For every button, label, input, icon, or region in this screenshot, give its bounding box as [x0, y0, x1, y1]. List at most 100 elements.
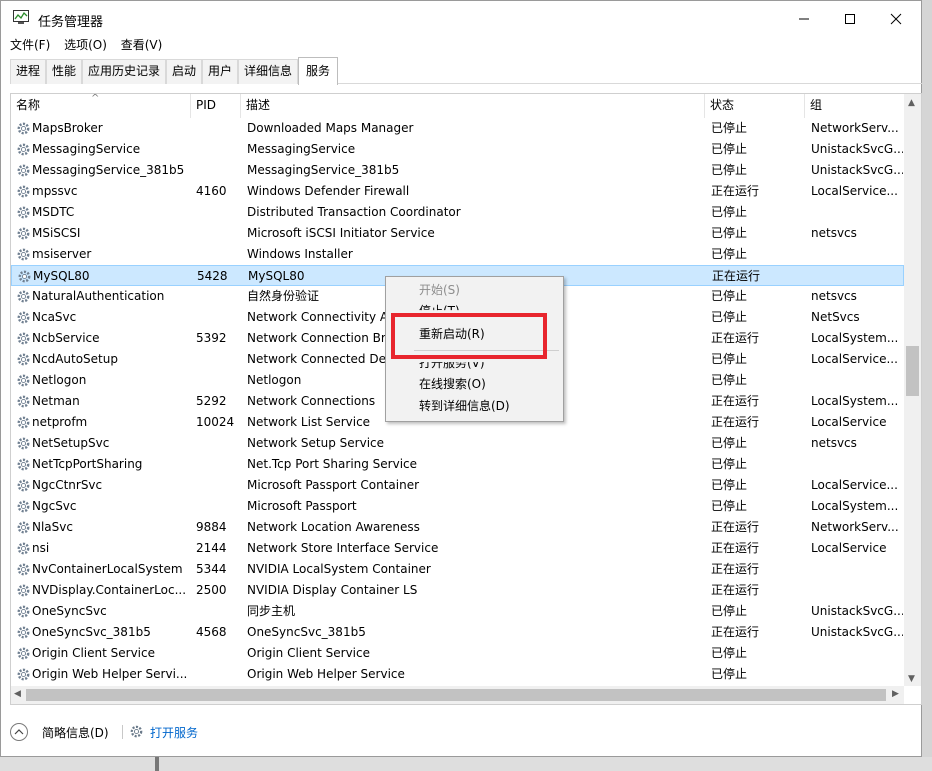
service-status: 正在运行: [711, 625, 760, 639]
service-description: Origin Web Helper Service: [247, 667, 405, 681]
service-name: MSDTC: [32, 205, 75, 219]
service-gear-icon: [17, 437, 30, 450]
table-row[interactable]: Origin Client Service Origin Client Servi…: [11, 643, 904, 664]
footer-divider: [122, 725, 123, 739]
table-row[interactable]: MessagingService_381b5 MessagingService_3…: [11, 160, 904, 181]
service-gear-icon: [17, 290, 30, 303]
table-row[interactable]: MSiSCSI Microsoft iSCSI Initiator Service…: [11, 223, 904, 244]
service-group: [811, 244, 903, 265]
table-row[interactable]: MSDTC Distributed Transaction Coordinator…: [11, 202, 904, 223]
service-group: LocalService: [811, 415, 887, 429]
close-button[interactable]: [873, 1, 919, 35]
minimize-icon: [799, 18, 809, 20]
service-description: MessagingService: [247, 142, 356, 156]
service-name: NvContainerLocalSystem: [32, 562, 183, 576]
service-group: LocalSystem...: [811, 331, 899, 345]
tab-details[interactable]: 详细信息: [238, 59, 298, 84]
service-status: 已停止: [711, 373, 748, 387]
table-row[interactable]: NetSetupSvc Network Setup Service 已停止 netsv…: [11, 433, 904, 454]
service-pid: [196, 370, 241, 391]
tab-startup[interactable]: 启动: [166, 59, 202, 84]
table-row[interactable]: Origin Web Helper Servi... Origin Web Hel…: [11, 664, 904, 685]
service-description: MessagingService_381b5: [247, 163, 400, 177]
highlight-annotation-box: [391, 313, 547, 359]
service-status: 已停止: [711, 310, 748, 324]
table-row[interactable]: nsi 2144 Network Store Interface Service 正在…: [11, 538, 904, 559]
service-gear-icon: [18, 270, 31, 283]
maximize-button[interactable]: [827, 1, 873, 35]
service-group: LocalSystem...: [811, 499, 899, 513]
table-row[interactable]: NetTcpPortSharing Net.Tcp Port Sharing Se…: [11, 454, 904, 475]
background-bottom: [0, 757, 932, 771]
scroll-up-arrow-icon[interactable]: ▲: [908, 98, 915, 108]
vertical-scroll-thumb[interactable]: [906, 346, 919, 396]
table-row[interactable]: OneSyncSvc_381b5 4568 OneSyncSvc_381b5 正在运行…: [11, 622, 904, 643]
service-gear-icon: [17, 458, 30, 471]
horizontal-scrollbar[interactable]: ◀ ▶: [11, 686, 904, 704]
menu-file[interactable]: 文件(F): [10, 37, 50, 53]
service-description: 同步主机: [247, 604, 296, 618]
column-header-description[interactable]: 描述: [241, 94, 705, 118]
vertical-scrollbar[interactable]: ▲ ▼: [904, 94, 921, 686]
tab-app-history[interactable]: 应用历史记录: [82, 59, 166, 84]
service-name: mpssvc: [32, 184, 78, 198]
service-group: LocalSystem...: [811, 394, 899, 408]
tab-performance[interactable]: 性能: [46, 59, 82, 84]
service-group: netsvcs: [811, 226, 857, 240]
menu-view[interactable]: 查看(V): [121, 37, 163, 53]
ctx-search-online[interactable]: 在线搜索(O): [419, 375, 486, 393]
service-status: 已停止: [711, 142, 748, 156]
service-status: 已停止: [711, 121, 748, 135]
table-row[interactable]: MessagingService MessagingService 已停止 Unist…: [11, 139, 904, 160]
table-row[interactable]: msiserver Windows Installer 已停止: [11, 244, 904, 265]
scroll-down-arrow-icon[interactable]: ▼: [908, 674, 915, 684]
service-description: Origin Client Service: [247, 646, 370, 660]
service-pid: [196, 244, 241, 265]
watermark-text: https://blog.csdn.net/weixin_46189211: [650, 742, 885, 756]
service-pid: [196, 496, 241, 517]
service-group: [811, 643, 903, 664]
service-group: netsvcs: [811, 436, 857, 450]
column-header-name[interactable]: 名称 ^: [11, 94, 191, 118]
table-row[interactable]: NgcSvc Microsoft Passport 已停止 LocalSystem..…: [11, 496, 904, 517]
table-row[interactable]: mpssvc 4160 Windows Defender Firewall 正在运行 L…: [11, 181, 904, 202]
title-bar[interactable]: 任务管理器: [1, 1, 921, 35]
menu-options[interactable]: 选项(O): [64, 37, 107, 53]
horizontal-scroll-thumb[interactable]: [26, 689, 886, 701]
service-status: 已停止: [711, 436, 748, 450]
ctx-start[interactable]: 开始(S): [419, 281, 460, 299]
column-header-pid[interactable]: PID: [191, 94, 241, 118]
service-group: LocalService...: [811, 478, 898, 492]
tab-services[interactable]: 服务: [298, 57, 338, 85]
service-name: NetSetupSvc: [32, 436, 110, 450]
service-status: 正在运行: [711, 541, 760, 555]
ctx-goto-details[interactable]: 转到详细信息(D): [419, 397, 510, 415]
scroll-right-arrow-icon[interactable]: ▶: [892, 689, 899, 699]
service-gear-icon: [17, 521, 30, 534]
scroll-left-arrow-icon[interactable]: ◀: [14, 689, 21, 699]
table-row[interactable]: NlaSvc 9884 Network Location Awareness 正在运行…: [11, 517, 904, 538]
fewer-details-link[interactable]: 简略信息(D): [42, 724, 109, 741]
tab-users[interactable]: 用户: [202, 59, 238, 84]
service-gear-icon: [17, 122, 30, 135]
collapse-chevron-up-icon[interactable]: [10, 723, 28, 741]
table-row[interactable]: NVDisplay.ContainerLoc... 2500 NVIDIA Disp…: [11, 580, 904, 601]
table-row[interactable]: MapsBroker Downloaded Maps Manager 已停止 Netw…: [11, 118, 904, 139]
table-row[interactable]: NgcCtnrSvc Microsoft Passport Container 已停…: [11, 475, 904, 496]
service-group: [812, 266, 904, 287]
column-header-status[interactable]: 状态: [705, 94, 805, 118]
service-pid: [196, 643, 241, 664]
service-group: UnistackSvcG...: [811, 163, 903, 177]
table-row[interactable]: OneSyncSvc 同步主机 已停止 UnistackSvcG...: [11, 601, 904, 622]
service-gear-icon: [17, 479, 30, 492]
service-status: 正在运行: [711, 415, 760, 429]
tab-processes[interactable]: 进程: [10, 59, 46, 84]
minimize-button[interactable]: [781, 1, 827, 35]
service-name: NcdAutoSetup: [32, 352, 118, 366]
service-description: Microsoft iSCSI Initiator Service: [247, 226, 435, 240]
table-row[interactable]: NvContainerLocalSystem 5344 NVIDIA LocalSy…: [11, 559, 904, 580]
service-pid: [196, 202, 241, 223]
open-services-link[interactable]: 打开服务: [150, 724, 198, 741]
service-pid: 2500: [196, 583, 227, 597]
column-header-group[interactable]: 组: [805, 94, 904, 118]
